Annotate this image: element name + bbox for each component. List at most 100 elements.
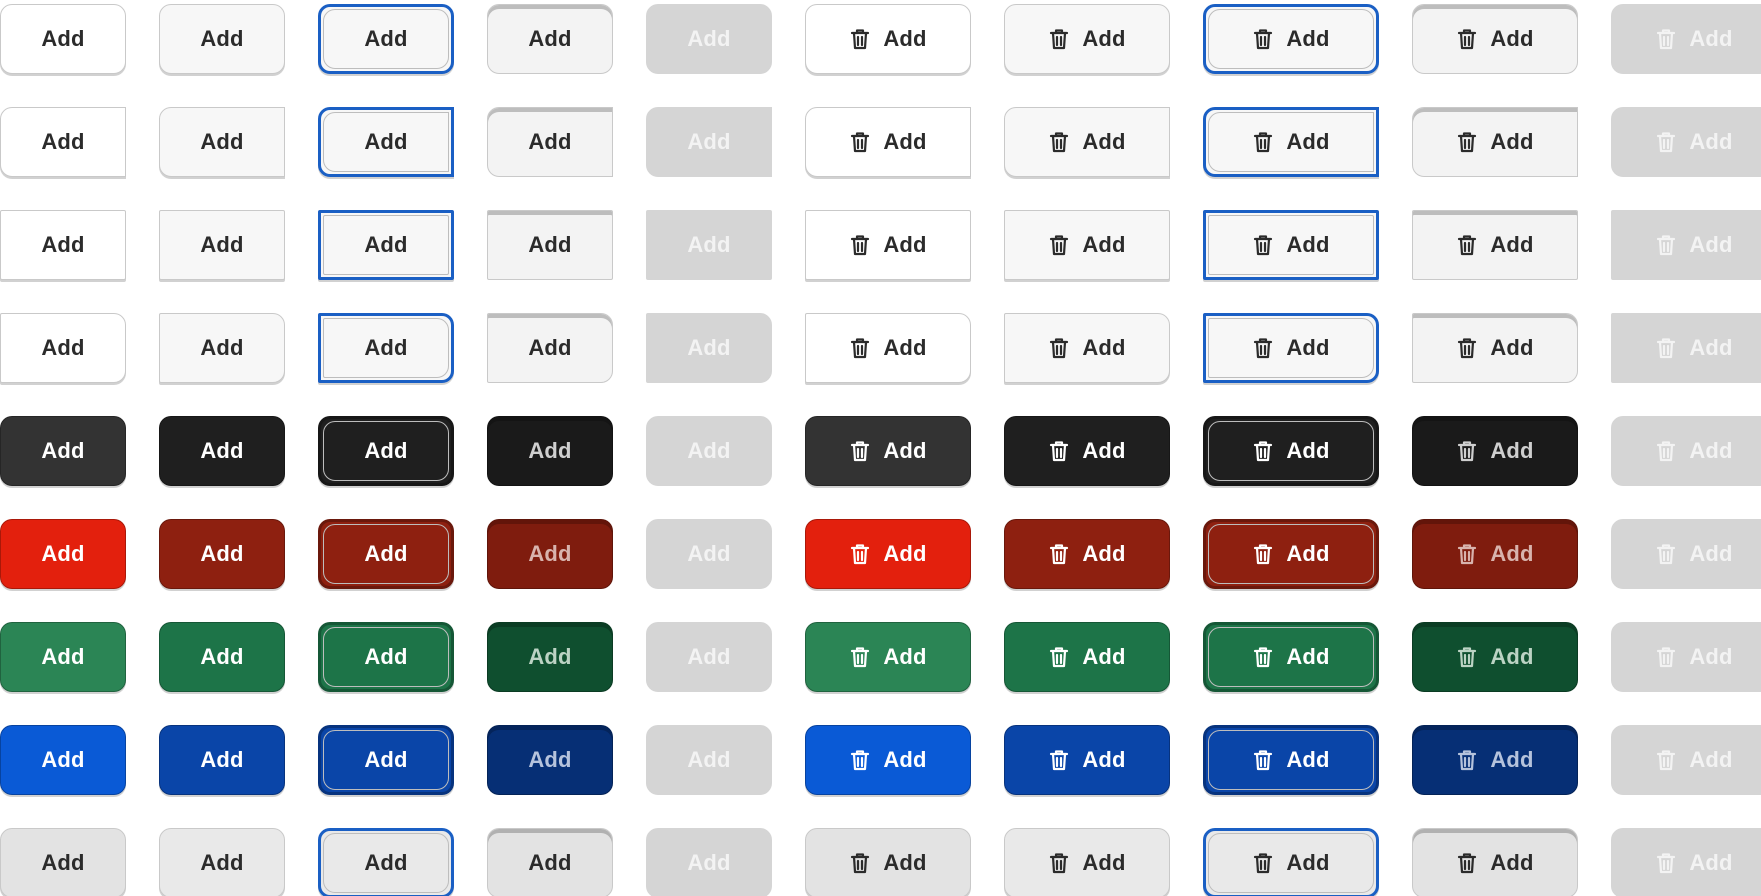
add-button[interactable]: Add bbox=[1412, 828, 1578, 896]
button-label: Add bbox=[200, 747, 244, 772]
add-button[interactable]: Add bbox=[1004, 416, 1170, 486]
button-label: Add bbox=[364, 747, 408, 772]
add-button[interactable]: Add bbox=[1412, 313, 1578, 383]
button-label: Add bbox=[687, 850, 731, 875]
add-button[interactable]: Add bbox=[318, 107, 454, 177]
add-button[interactable]: Add bbox=[0, 107, 126, 177]
add-button[interactable]: Add bbox=[487, 725, 613, 795]
add-button[interactable]: Add bbox=[487, 416, 613, 486]
add-button[interactable]: Add bbox=[1203, 622, 1379, 692]
button-label: Add bbox=[1689, 850, 1733, 875]
add-button[interactable]: Add bbox=[1004, 210, 1170, 280]
button-label: Add bbox=[200, 232, 244, 257]
add-button[interactable]: Add bbox=[487, 828, 613, 896]
button-label: Add bbox=[1490, 644, 1534, 669]
add-button[interactable]: Add bbox=[805, 622, 971, 692]
add-button[interactable]: Add bbox=[159, 725, 285, 795]
trash-icon bbox=[849, 748, 871, 772]
add-button[interactable]: Add bbox=[1004, 313, 1170, 383]
add-button[interactable]: Add bbox=[1412, 519, 1578, 589]
add-button[interactable]: Add bbox=[1412, 622, 1578, 692]
add-button[interactable]: Add bbox=[318, 210, 454, 280]
add-button: Add bbox=[646, 622, 772, 692]
add-button: Add bbox=[1611, 313, 1761, 383]
add-button[interactable]: Add bbox=[805, 725, 971, 795]
add-button[interactable]: Add bbox=[1004, 622, 1170, 692]
add-button[interactable]: Add bbox=[0, 210, 126, 280]
add-button[interactable]: Add bbox=[1203, 416, 1379, 486]
add-button[interactable]: Add bbox=[805, 210, 971, 280]
button-label: Add bbox=[200, 26, 244, 51]
add-button[interactable]: Add bbox=[159, 416, 285, 486]
add-button[interactable]: Add bbox=[159, 4, 285, 74]
button-label: Add bbox=[41, 232, 85, 257]
add-button[interactable]: Add bbox=[0, 313, 126, 383]
trash-icon bbox=[1252, 851, 1274, 875]
add-button[interactable]: Add bbox=[318, 725, 454, 795]
button-label: Add bbox=[687, 335, 731, 360]
add-button[interactable]: Add bbox=[318, 828, 454, 896]
add-button[interactable]: Add bbox=[1203, 725, 1379, 795]
button-label: Add bbox=[687, 747, 731, 772]
add-button[interactable]: Add bbox=[159, 828, 285, 896]
button-label: Add bbox=[1286, 129, 1330, 154]
trash-icon bbox=[849, 130, 871, 154]
add-button[interactable]: Add bbox=[318, 4, 454, 74]
trash-icon bbox=[1456, 748, 1478, 772]
add-button[interactable]: Add bbox=[487, 210, 613, 280]
add-button[interactable]: Add bbox=[159, 519, 285, 589]
button-label: Add bbox=[1286, 541, 1330, 566]
add-button[interactable]: Add bbox=[487, 313, 613, 383]
add-button[interactable]: Add bbox=[1203, 828, 1379, 896]
add-button[interactable]: Add bbox=[1412, 107, 1578, 177]
trash-icon bbox=[1048, 748, 1070, 772]
add-button[interactable]: Add bbox=[318, 519, 454, 589]
add-button[interactable]: Add bbox=[1203, 313, 1379, 383]
add-button[interactable]: Add bbox=[159, 107, 285, 177]
add-button[interactable]: Add bbox=[0, 828, 126, 896]
button-label: Add bbox=[41, 438, 85, 463]
add-button[interactable]: Add bbox=[1203, 107, 1379, 177]
button-label: Add bbox=[200, 129, 244, 154]
add-button[interactable]: Add bbox=[1004, 107, 1170, 177]
add-button[interactable]: Add bbox=[1004, 828, 1170, 896]
add-button[interactable]: Add bbox=[1203, 210, 1379, 280]
add-button[interactable]: Add bbox=[318, 416, 454, 486]
add-button[interactable]: Add bbox=[487, 519, 613, 589]
add-button[interactable]: Add bbox=[1412, 725, 1578, 795]
add-button[interactable]: Add bbox=[1004, 519, 1170, 589]
add-button[interactable]: Add bbox=[805, 313, 971, 383]
add-button[interactable]: Add bbox=[805, 4, 971, 74]
add-button[interactable]: Add bbox=[318, 313, 454, 383]
button-label: Add bbox=[528, 26, 572, 51]
add-button[interactable]: Add bbox=[0, 519, 126, 589]
add-button[interactable]: Add bbox=[0, 622, 126, 692]
add-button[interactable]: Add bbox=[805, 519, 971, 589]
button-label: Add bbox=[528, 129, 572, 154]
add-button[interactable]: Add bbox=[159, 210, 285, 280]
add-button[interactable]: Add bbox=[487, 622, 613, 692]
trash-icon bbox=[1655, 233, 1677, 257]
add-button[interactable]: Add bbox=[805, 107, 971, 177]
add-button[interactable]: Add bbox=[1412, 210, 1578, 280]
add-button[interactable]: Add bbox=[0, 4, 126, 74]
add-button[interactable]: Add bbox=[1412, 416, 1578, 486]
add-button[interactable]: Add bbox=[487, 4, 613, 74]
add-button[interactable]: Add bbox=[0, 725, 126, 795]
add-button[interactable]: Add bbox=[318, 622, 454, 692]
add-button[interactable]: Add bbox=[159, 313, 285, 383]
add-button[interactable]: Add bbox=[805, 828, 971, 896]
add-button[interactable]: Add bbox=[487, 107, 613, 177]
add-button[interactable]: Add bbox=[805, 416, 971, 486]
trash-icon bbox=[849, 27, 871, 51]
add-button[interactable]: Add bbox=[1004, 725, 1170, 795]
button-label: Add bbox=[1490, 438, 1534, 463]
button-label: Add bbox=[1286, 438, 1330, 463]
add-button[interactable]: Add bbox=[1203, 519, 1379, 589]
trash-icon bbox=[1048, 645, 1070, 669]
add-button[interactable]: Add bbox=[1203, 4, 1379, 74]
add-button[interactable]: Add bbox=[159, 622, 285, 692]
add-button[interactable]: Add bbox=[0, 416, 126, 486]
add-button[interactable]: Add bbox=[1004, 4, 1170, 74]
add-button[interactable]: Add bbox=[1412, 4, 1578, 74]
